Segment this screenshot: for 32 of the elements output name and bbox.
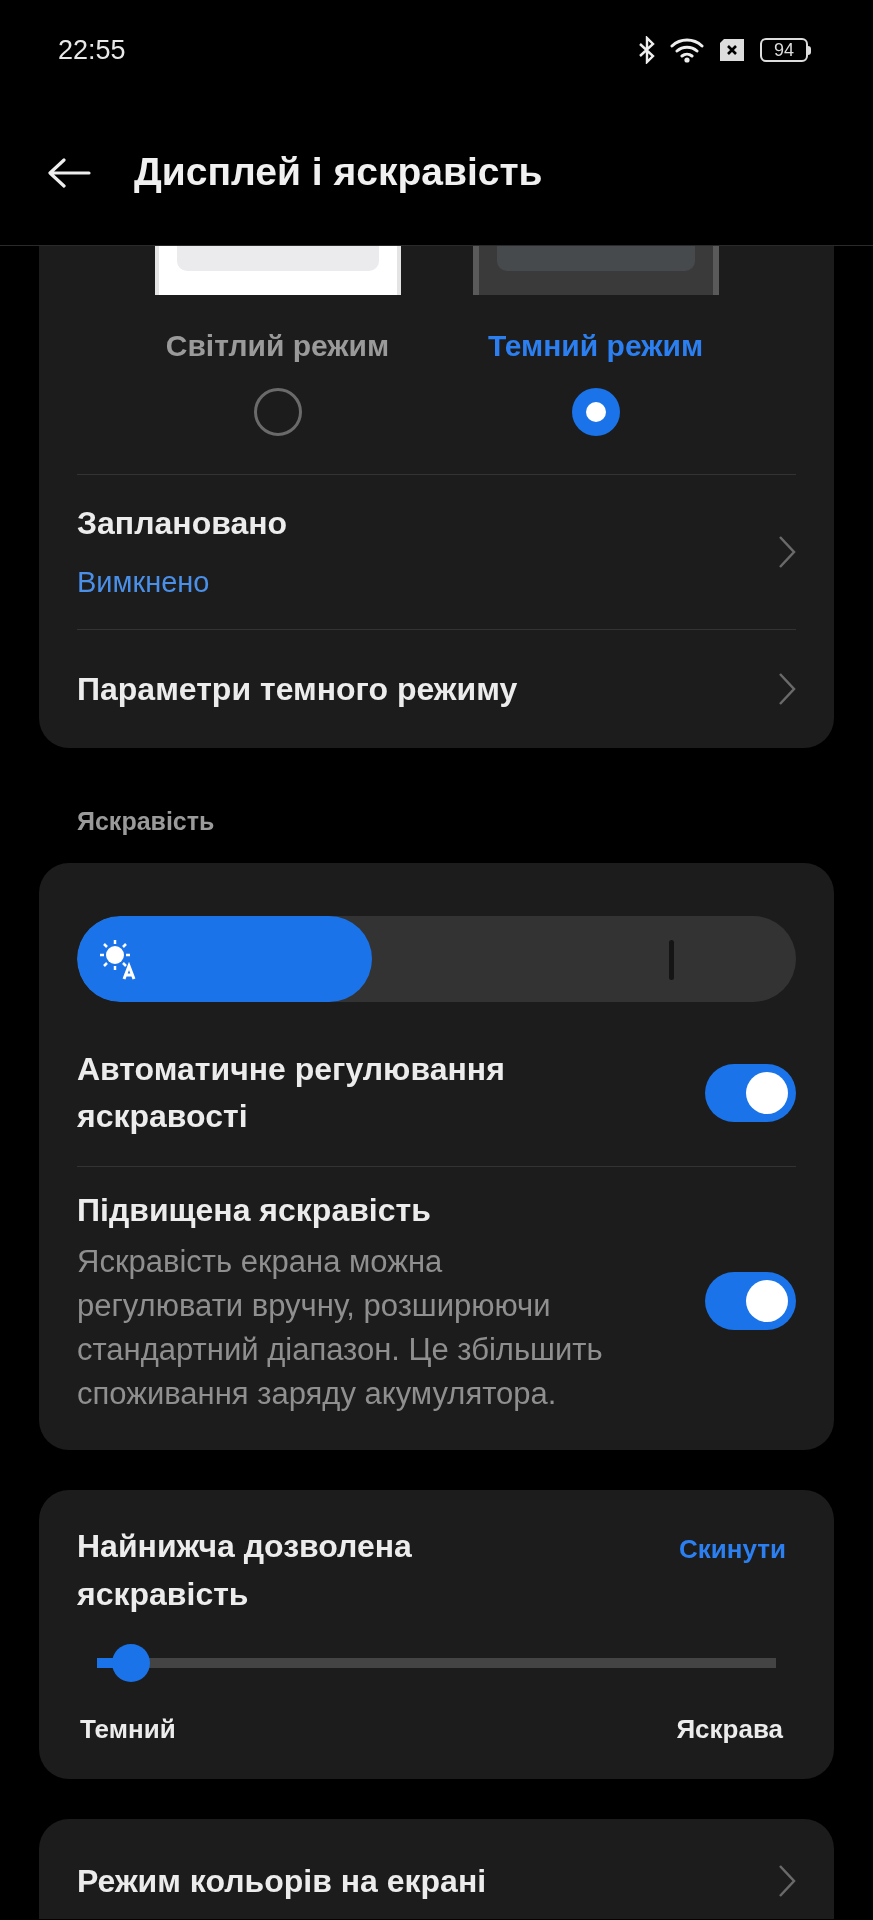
slider-min-label: Темний	[80, 1712, 176, 1746]
setting-title: Заплановано	[77, 504, 288, 544]
chevron-right-icon	[778, 1863, 796, 1898]
chevron-right-icon	[778, 535, 796, 569]
toggle-switch[interactable]	[705, 1063, 796, 1122]
battery-icon: 94	[760, 38, 811, 62]
setting-description: Яскравість екрана можна регулювати вручну, розширюючи стандартний діапазон. Це збільшить споживання заряду акумулятора.	[77, 1242, 604, 1413]
setting-title: Параметри темного режиму	[77, 670, 518, 709]
theme-label: Темний режим	[487, 328, 704, 364]
page-title: Дисплей і яскравість	[134, 149, 543, 196]
reset-link[interactable]: Скинути	[679, 1529, 786, 1569]
section-heading: Яскравість	[77, 806, 216, 837]
setting-title: Найнижча дозволена яскравість	[77, 1526, 413, 1614]
bluetooth-icon	[638, 36, 656, 64]
slider-marker	[669, 939, 674, 980]
setting-title: Автоматичне регулювання яскравості	[77, 1049, 506, 1136]
toggle-switch[interactable]	[705, 1272, 796, 1330]
setting-title: Підвищена яскравість	[77, 1190, 432, 1230]
chevron-right-icon	[778, 672, 796, 706]
settings-row[interactable]: Параметри темного режиму	[77, 629, 796, 748]
theme-radio[interactable]	[571, 388, 620, 436]
theme-label: Світлий режим	[165, 328, 390, 364]
wifi-icon	[670, 36, 704, 64]
status-time: 22:55	[58, 33, 126, 67]
slider-thumb[interactable]	[111, 1643, 150, 1682]
settings-row[interactable]: Режим кольорів на екрані	[39, 1818, 834, 1919]
setting-title: Режим кольорів на екрані	[77, 1861, 487, 1901]
setting-value: Вимкнено	[77, 565, 211, 601]
no-sim-icon	[718, 38, 746, 62]
settings-row[interactable]: Заплановано Вимкнено	[77, 474, 796, 629]
theme-radio[interactable]	[253, 388, 302, 436]
slider-max-label: Яскрава	[676, 1712, 783, 1746]
